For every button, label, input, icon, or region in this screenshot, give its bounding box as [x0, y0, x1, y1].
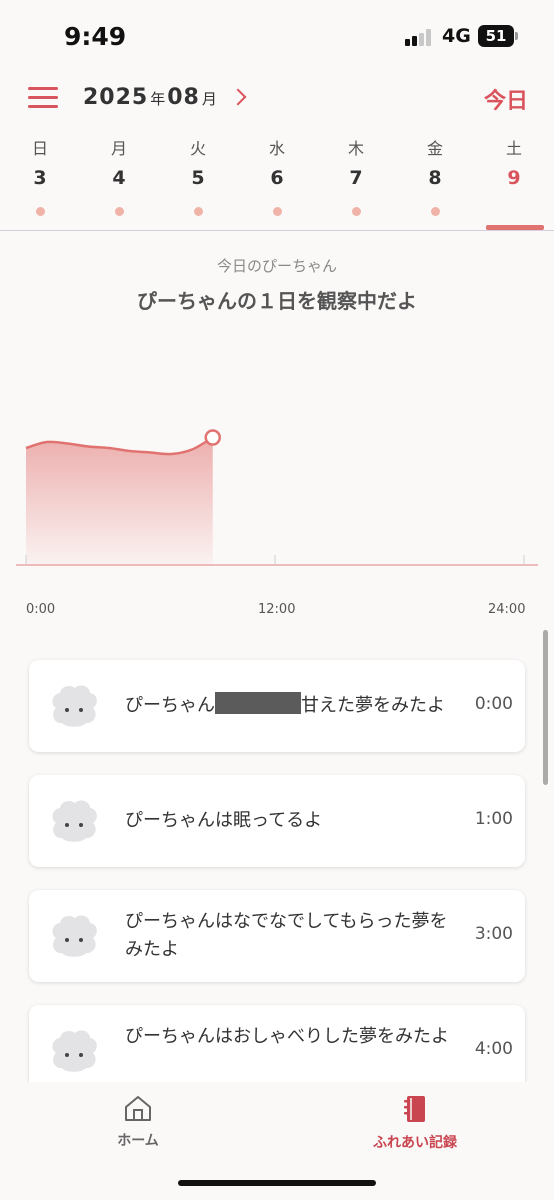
tab-home[interactable]: ホーム [108, 1094, 168, 1150]
day-5[interactable]: 火5 [168, 135, 228, 216]
chevron-right-icon[interactable] [229, 88, 247, 106]
day-of-week: 木 [347, 139, 364, 158]
today-button[interactable]: 今日 [484, 83, 528, 115]
x-tick-label: 0:00 [26, 602, 56, 617]
tab-records[interactable]: ふれあい記録 [365, 1094, 465, 1152]
activity-dot [351, 207, 361, 216]
status-time: 9:49 [64, 22, 127, 51]
day-4[interactable]: 月4 [89, 135, 149, 216]
x-tick-label: 24:00 [488, 602, 526, 617]
month-title: 2025 年08 月 [83, 85, 219, 110]
status-bar: 9:49 4G 51 [0, 0, 554, 70]
day-of-week: 水 [268, 139, 285, 158]
record-text-start: ぴーちゃん [125, 695, 215, 716]
day-number: 4 [112, 167, 126, 189]
day-number: 3 [33, 167, 47, 189]
month-value: 08 [167, 85, 200, 110]
activity-dot [35, 207, 45, 216]
day-9[interactable]: 土9 [484, 135, 544, 197]
activity-dot [193, 207, 203, 216]
tab-home-label: ホーム [117, 1133, 159, 1149]
day-of-week: 土 [505, 139, 522, 158]
activity-chart [16, 429, 538, 566]
activity-dot [430, 207, 440, 216]
day-8[interactable]: 金8 [405, 135, 465, 216]
year-value: 2025 [83, 85, 149, 110]
day-number: 6 [270, 167, 284, 189]
divider [0, 230, 554, 231]
record-card[interactable]: ぴーちゃんはなでなでしてもらった夢をみたよ 3:00 [29, 890, 525, 982]
day-number: 9 [507, 167, 521, 189]
sheep-avatar-icon [48, 912, 100, 958]
record-text-start: ぴーちゃんはおしゃべりした夢をみたよ [125, 1026, 449, 1047]
day-7[interactable]: 木7 [326, 135, 386, 216]
record-text: ぴーちゃんはおしゃべりした夢をみたよ [125, 1023, 455, 1051]
sheep-avatar-icon [48, 1027, 100, 1073]
sheep-avatar-icon [48, 797, 100, 843]
header: 2025 年08 月 今日 [0, 75, 554, 125]
current-point [204, 429, 221, 446]
battery-icon: 51 [478, 25, 518, 47]
record-text: ぴーちゃんはなでなでしてもらった夢をみたよ [125, 908, 455, 964]
day-number: 8 [428, 167, 442, 189]
record-time: 0:00 [474, 694, 513, 714]
observation-subtitle: 今日のぴーちゃん [216, 257, 337, 275]
day-number: 5 [191, 167, 205, 189]
home-icon [125, 1096, 151, 1121]
record-time: 1:00 [474, 809, 513, 829]
record-text-end: 甘えた夢をみたよ [301, 695, 445, 716]
network-label: 4G [442, 25, 471, 47]
record-card[interactable]: ぴーちゃん 甘えた夢をみたよ 0:00 [29, 660, 525, 752]
redacted-block [215, 692, 301, 714]
day-6[interactable]: 水6 [247, 135, 307, 216]
menu-icon[interactable] [28, 87, 58, 109]
notebook-icon [404, 1096, 425, 1122]
record-text-start: ぴーちゃんは眠ってるよ [125, 810, 323, 831]
month-unit: 月 [201, 90, 217, 108]
day-of-week: 日 [31, 139, 48, 158]
record-text: ぴーちゃん 甘えた夢をみたよ [125, 692, 455, 720]
home-indicator [178, 1180, 376, 1186]
activity-dot [114, 207, 124, 216]
sheep-avatar-icon [48, 682, 100, 728]
x-tick-label: 12:00 [258, 602, 296, 617]
tab-records-label: ふれあい記録 [373, 1135, 457, 1151]
chart-area [26, 437, 213, 565]
day-of-week: 火 [189, 139, 206, 158]
record-text-start: ぴーちゃんはなでなでしてもらった夢をみたよ [125, 911, 448, 960]
activity-dot [272, 207, 282, 216]
record-time: 4:00 [474, 1039, 513, 1059]
day-number: 7 [349, 167, 363, 189]
day-3[interactable]: 日3 [10, 135, 70, 216]
record-time: 3:00 [474, 924, 513, 944]
day-of-week: 金 [426, 139, 443, 158]
day-of-week: 月 [110, 139, 127, 158]
record-text: ぴーちゃんは眠ってるよ [125, 807, 455, 835]
week-strip: 日3月4火5水6木7金8土9 [0, 135, 554, 231]
record-card[interactable]: ぴーちゃんは眠ってるよ 1:00 [29, 775, 525, 867]
scrollbar[interactable] [543, 630, 548, 785]
year-unit: 年 [150, 90, 166, 108]
signal-icon [405, 28, 435, 46]
